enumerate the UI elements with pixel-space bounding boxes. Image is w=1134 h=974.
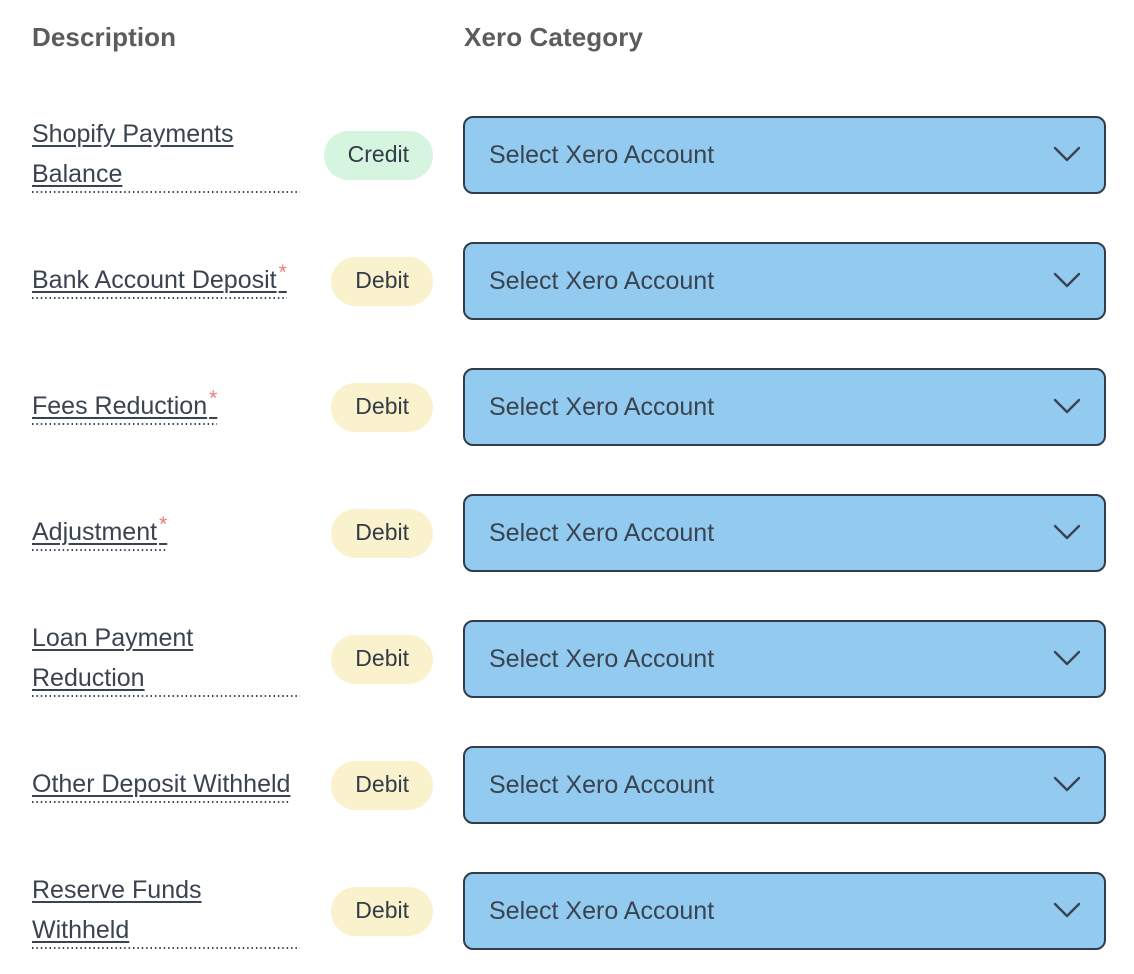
status-badge: Debit <box>331 760 433 810</box>
description-label[interactable]: Loan Payment Reduction <box>32 618 300 700</box>
table-body: Shopify Payments Balance Credit Select X… <box>0 92 1134 974</box>
chevron-down-icon[interactable] <box>1052 770 1082 800</box>
description-text: Fees Reduction <box>32 392 208 420</box>
transaction-type-cell: Debit <box>300 596 433 722</box>
xero-account-select-value: Select Xero Account <box>489 644 715 673</box>
description-cell: Shopify Payments Balance <box>32 92 300 218</box>
xero-account-select[interactable]: Select Xero Account <box>463 872 1106 950</box>
transaction-type-cell: Debit <box>300 848 433 974</box>
xero-category-mapping-table: Description Xero Category Shopify Paymen… <box>0 0 1134 974</box>
status-badge: Debit <box>331 382 433 432</box>
description-text: Shopify Payments Balance <box>32 120 234 188</box>
description-text: Reserve Funds Withheld <box>32 876 202 944</box>
status-badge: Credit <box>323 130 433 180</box>
description-label[interactable]: Other Deposit Withheld <box>32 764 291 806</box>
description-text: Adjustment <box>32 518 158 546</box>
chevron-down-icon[interactable] <box>1052 896 1082 926</box>
description-cell: Bank Account Deposit* <box>32 218 300 344</box>
xero-account-select[interactable]: Select Xero Account <box>463 494 1106 572</box>
table-row: Bank Account Deposit* Debit Select Xero … <box>0 218 1134 344</box>
description-label[interactable]: Bank Account Deposit* <box>32 260 287 302</box>
description-label[interactable]: Adjustment* <box>32 512 168 554</box>
xero-account-select-value: Select Xero Account <box>489 140 715 169</box>
status-badge: Debit <box>331 256 433 306</box>
xero-account-select[interactable]: Select Xero Account <box>463 242 1106 320</box>
xero-category-cell: Select Xero Account <box>463 344 1106 470</box>
transaction-type-cell: Credit <box>300 92 433 218</box>
chevron-down-icon[interactable] <box>1052 140 1082 170</box>
xero-category-cell: Select Xero Account <box>463 92 1106 218</box>
xero-category-cell: Select Xero Account <box>463 218 1106 344</box>
transaction-type-cell: Debit <box>300 722 433 848</box>
table-row: Reserve Funds Withheld Debit Select Xero… <box>0 848 1134 974</box>
chevron-down-icon[interactable] <box>1052 518 1082 548</box>
xero-category-cell: Select Xero Account <box>463 848 1106 974</box>
xero-category-cell: Select Xero Account <box>463 596 1106 722</box>
table-row: Loan Payment Reduction Debit Select Xero… <box>0 596 1134 722</box>
transaction-type-cell: Debit <box>300 344 433 470</box>
table-row: Other Deposit Withheld Debit Select Xero… <box>0 722 1134 848</box>
description-text: Other Deposit Withheld <box>32 770 291 798</box>
chevron-down-icon[interactable] <box>1052 392 1082 422</box>
column-header-description: Description <box>32 22 177 52</box>
description-text: Loan Payment Reduction <box>32 624 194 692</box>
chevron-down-icon[interactable] <box>1052 644 1082 674</box>
xero-account-select-value: Select Xero Account <box>489 896 715 925</box>
description-cell: Fees Reduction* <box>32 344 300 470</box>
xero-account-select[interactable]: Select Xero Account <box>463 620 1106 698</box>
xero-category-cell: Select Xero Account <box>463 722 1106 848</box>
xero-account-select[interactable]: Select Xero Account <box>463 116 1106 194</box>
status-badge: Debit <box>331 508 433 558</box>
status-badge: Debit <box>331 634 433 684</box>
description-label[interactable]: Reserve Funds Withheld <box>32 870 300 952</box>
column-header-xero-category: Xero Category <box>464 22 644 52</box>
xero-account-select-value: Select Xero Account <box>489 518 715 547</box>
table-row: Adjustment* Debit Select Xero Account <box>0 470 1134 596</box>
xero-account-select-value: Select Xero Account <box>489 770 715 799</box>
chevron-down-icon[interactable] <box>1052 266 1082 296</box>
description-cell: Other Deposit Withheld <box>32 722 300 848</box>
description-label[interactable]: Shopify Payments Balance <box>32 114 300 196</box>
table-row: Shopify Payments Balance Credit Select X… <box>0 92 1134 218</box>
xero-account-select[interactable]: Select Xero Account <box>463 746 1106 824</box>
transaction-type-cell: Debit <box>300 470 433 596</box>
table-header-row: Description Xero Category <box>0 0 1134 92</box>
xero-category-cell: Select Xero Account <box>463 470 1106 596</box>
description-label[interactable]: Fees Reduction* <box>32 386 218 428</box>
xero-account-select-value: Select Xero Account <box>489 266 715 295</box>
status-badge: Debit <box>331 886 433 936</box>
description-text: Bank Account Deposit <box>32 266 277 294</box>
xero-account-select[interactable]: Select Xero Account <box>463 368 1106 446</box>
required-asterisk: * <box>159 512 168 536</box>
description-cell: Reserve Funds Withheld <box>32 848 300 974</box>
xero-account-select-value: Select Xero Account <box>489 392 715 421</box>
description-cell: Loan Payment Reduction <box>32 596 300 722</box>
required-asterisk: * <box>209 386 218 410</box>
table-row: Fees Reduction* Debit Select Xero Accoun… <box>0 344 1134 470</box>
required-asterisk: * <box>278 260 287 284</box>
description-cell: Adjustment* <box>32 470 300 596</box>
transaction-type-cell: Debit <box>300 218 433 344</box>
